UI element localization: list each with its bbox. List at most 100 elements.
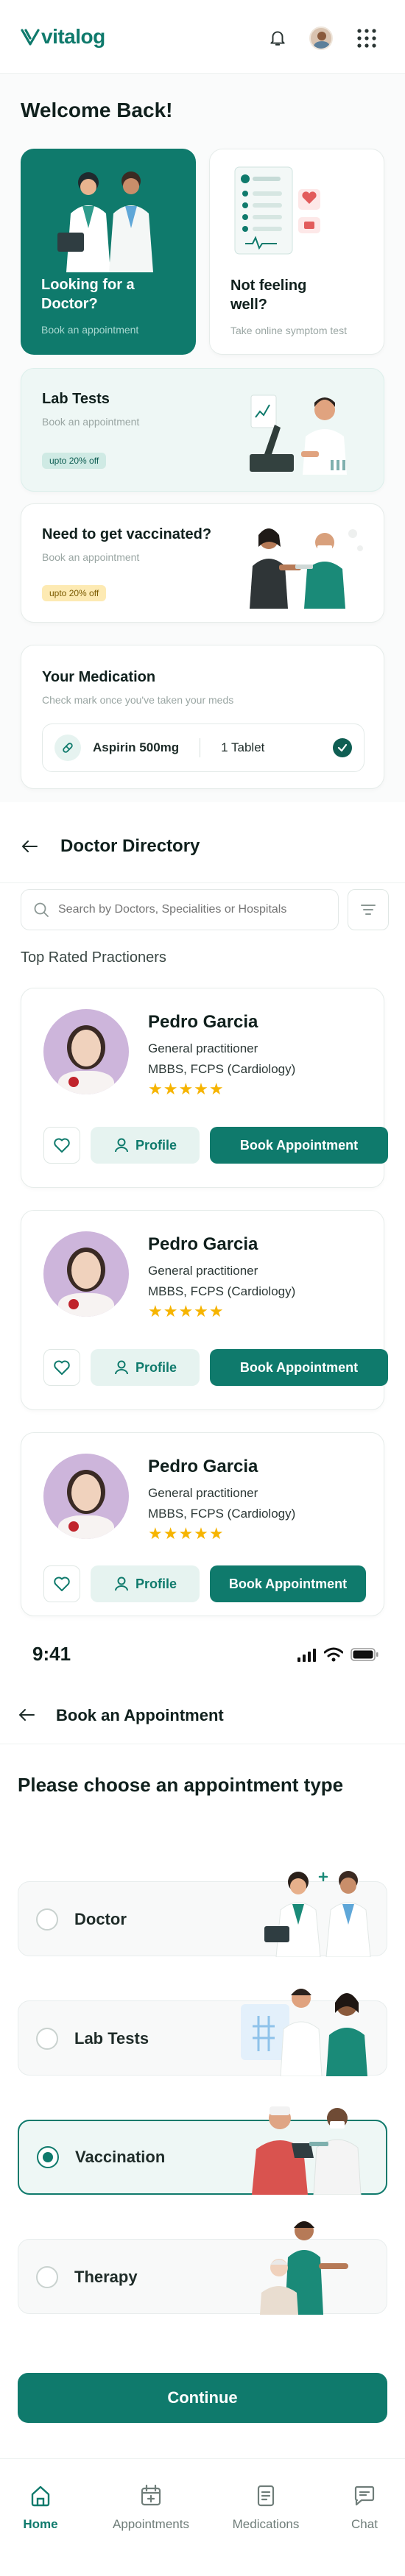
vaccination-card[interactable]: Need to get vaccinated? Book an appointm…: [21, 503, 384, 623]
find-doctor-card[interactable]: Looking for a Doctor? Book an appointmen…: [21, 149, 196, 355]
apps-grid-icon[interactable]: [356, 28, 377, 49]
home-icon: [31, 2485, 50, 2507]
option-doctor[interactable]: Doctor: [18, 1871, 387, 1957]
book-appointment-button[interactable]: Book Appointment: [210, 1127, 388, 1164]
profile-label: Profile: [135, 1137, 177, 1153]
status-time: 9:41: [32, 1643, 71, 1665]
continue-button[interactable]: Continue: [18, 2373, 387, 2423]
doctor-role: General practitioner: [148, 1264, 258, 1278]
filter-button[interactable]: [348, 889, 389, 930]
lab-illustration: [241, 1989, 367, 2076]
doctor-degree: MBBS, FCPS (Cardiology): [148, 1507, 296, 1521]
home-screen: vitalog Welcome Back! Looking for a Doct…: [0, 0, 405, 802]
search-bar[interactable]: [21, 889, 339, 930]
doctor-card[interactable]: Pedro Garcia General practitioner MBBS, …: [21, 1432, 384, 1616]
heart-icon: [54, 1360, 70, 1375]
symptom-test-card[interactable]: Not feeling well? Take online symptom te…: [209, 149, 384, 355]
favorite-button[interactable]: [43, 1565, 80, 1602]
nav-item-chat[interactable]: Chat: [324, 2484, 405, 2532]
lab-tests-subtitle: Book an appointment: [42, 416, 140, 428]
rating-stars: ★★★★★: [148, 1302, 225, 1320]
favorite-button[interactable]: [43, 1349, 80, 1386]
profile-button[interactable]: Profile: [91, 1349, 200, 1386]
page-title: Doctor Directory: [60, 836, 200, 856]
radio-button[interactable]: [36, 2266, 58, 2288]
user-icon: [114, 1138, 128, 1153]
profile-button[interactable]: Profile: [91, 1127, 200, 1164]
directory-screen: Doctor Directory Top Rated Practioners P…: [0, 810, 405, 1627]
discount-badge: upto 20% off: [42, 585, 107, 601]
logo-mark-icon: [21, 29, 40, 46]
doctor-role: General practitioner: [148, 1041, 258, 1055]
heart-icon: [54, 1577, 70, 1591]
doctor-degree: MBBS, FCPS (Cardiology): [148, 1284, 296, 1298]
back-arrow-icon[interactable]: [21, 839, 38, 854]
vaccination-subtitle: Book an appointment: [42, 551, 140, 563]
find-doctor-title: Looking for a Doctor?: [41, 277, 135, 312]
medication-name: Aspirin 500mg: [93, 740, 180, 754]
lab-tests-title: Lab Tests: [42, 391, 110, 407]
filter-icon: [361, 905, 376, 915]
option-therapy[interactable]: Therapy: [18, 2221, 387, 2315]
doctor-avatar: [43, 1454, 129, 1539]
doctor-card[interactable]: Pedro Garcia General practitioner MBBS, …: [21, 988, 388, 1188]
profile-label: Profile: [135, 1576, 177, 1591]
pill-icon: [63, 743, 73, 753]
check-icon: [337, 743, 348, 752]
symptom-title: Not feeling well?: [230, 277, 307, 313]
rating-stars: ★★★★★: [148, 1524, 225, 1543]
medication-card: Your Medication Check mark once you've t…: [21, 645, 384, 789]
checklist-illustration: [234, 166, 320, 255]
vaccination-illustration: [250, 528, 363, 609]
medication-row[interactable]: Aspirin 500mg 1 Tablet: [42, 723, 364, 772]
find-doctor-subtitle: Book an appointment: [41, 324, 139, 336]
doctor-name: Pedro Garcia: [148, 1012, 258, 1032]
search-input[interactable]: [58, 903, 326, 916]
radio-button[interactable]: [36, 2028, 58, 2050]
chat-icon: [354, 2485, 375, 2506]
booking-screen: 9:41 Book an Appointment Please choose a…: [0, 1627, 405, 2576]
medication-subtitle: Check mark once you've taken your meds: [42, 694, 234, 706]
logo[interactable]: vitalog: [21, 25, 105, 49]
doctor-role: General practitioner: [148, 1486, 258, 1500]
option-label: Lab Tests: [74, 2029, 149, 2048]
welcome-title: Welcome Back!: [21, 99, 173, 121]
radio-button[interactable]: [36, 1908, 58, 1931]
vaccination-illustration: [252, 2106, 362, 2195]
lab-illustration: [250, 394, 347, 475]
nav-label-home: Home: [23, 2517, 58, 2531]
favorite-button[interactable]: [43, 1127, 80, 1164]
nav-item-medications[interactable]: Medications: [225, 2484, 306, 2532]
nav-label-appointments: Appointments: [113, 2517, 189, 2531]
medication-title: Your Medication: [42, 669, 156, 685]
booking-header: Book an Appointment: [0, 1685, 405, 1744]
doctor-avatar: [43, 1009, 129, 1094]
heart-icon: [54, 1138, 70, 1153]
nav-item-appointments[interactable]: Appointments: [110, 2484, 191, 2532]
doctor-card[interactable]: Pedro Garcia General practitioner MBBS, …: [21, 1210, 388, 1410]
book-appointment-button[interactable]: Book Appointment: [210, 1349, 388, 1386]
user-icon: [114, 1360, 128, 1375]
symptom-subtitle: Take online symptom test: [230, 325, 347, 336]
taken-checkbox[interactable]: [333, 738, 352, 757]
doctor-avatar: [43, 1231, 129, 1317]
avatar[interactable]: [309, 26, 333, 50]
rating-stars: ★★★★★: [148, 1080, 225, 1098]
medication-dose: 1 Tablet: [221, 740, 265, 754]
lab-tests-card[interactable]: Lab Tests Book an appointment upto 20% o…: [21, 368, 384, 492]
book-appointment-button[interactable]: Book Appointment: [210, 1565, 366, 1602]
profile-button[interactable]: Profile: [91, 1565, 200, 1602]
discount-badge: upto 20% off: [42, 453, 107, 469]
doctor-name: Pedro Garcia: [148, 1457, 258, 1476]
page-title: Book an Appointment: [56, 1706, 224, 1724]
option-vaccination[interactable]: Vaccination: [18, 2106, 387, 2195]
option-label: Doctor: [74, 1910, 127, 1928]
radio-button[interactable]: [37, 2146, 59, 2168]
bell-icon[interactable]: [268, 28, 287, 47]
nav-label-chat: Chat: [351, 2517, 378, 2531]
nav-item-home[interactable]: Home: [0, 2484, 81, 2532]
section-title: Top Rated Practioners: [21, 949, 166, 966]
option-lab-tests[interactable]: Lab Tests: [18, 1989, 387, 2076]
pill-icon-box: [54, 735, 81, 761]
back-arrow-icon[interactable]: [18, 1708, 35, 1722]
